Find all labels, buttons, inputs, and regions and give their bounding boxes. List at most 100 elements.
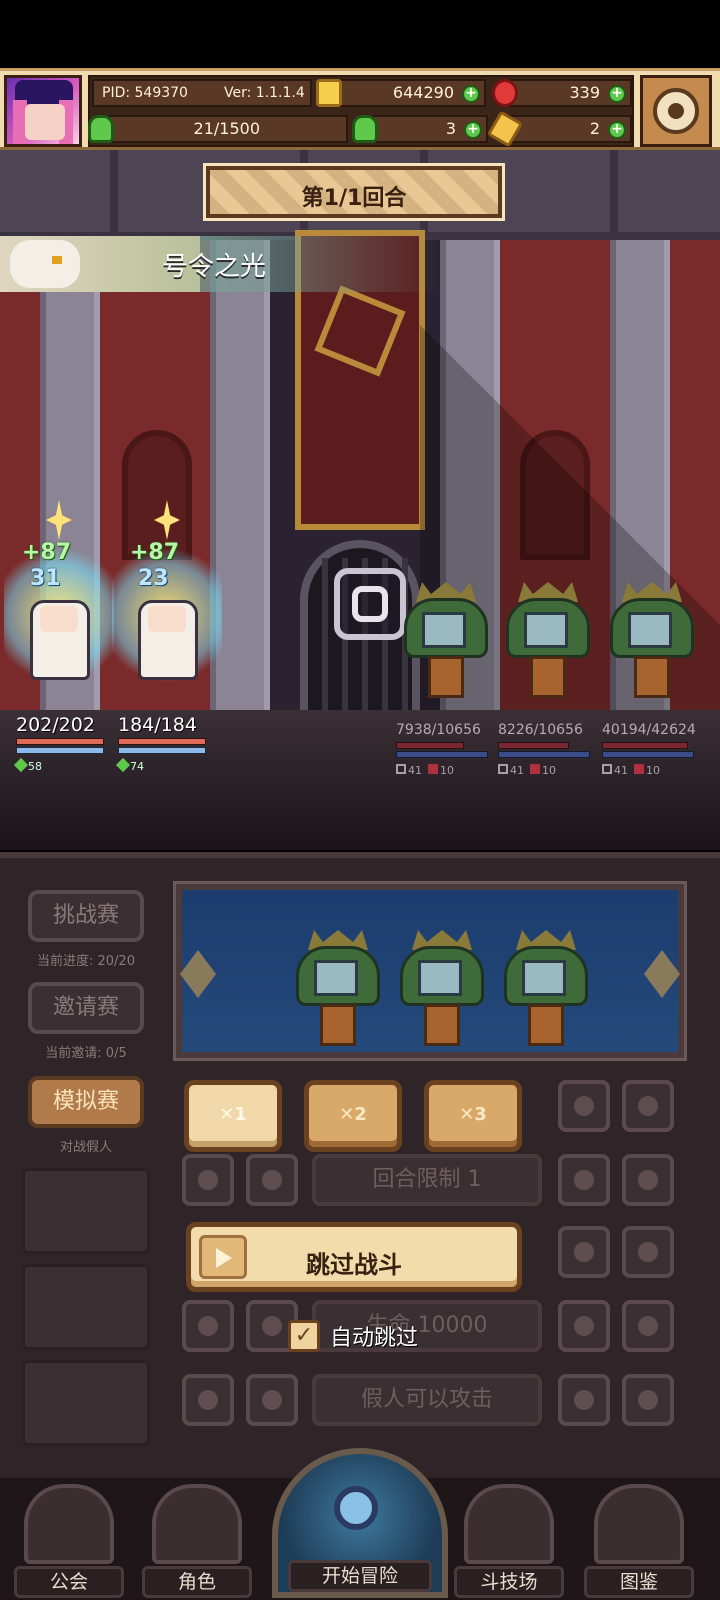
speed-x2-button[interactable]: ✕2 [304,1080,402,1152]
enemy-status: 8226/10656 41 10 [498,722,590,777]
atk-icon [602,764,612,774]
auto-skip-label: 自动跳过 [330,1326,419,1351]
atk-icon [396,764,406,774]
gear-icon [653,88,699,134]
player-id: PID: 549370 [102,85,188,101]
nav-arena[interactable]: 斗技场 [454,1484,564,1598]
speed-x3-button[interactable]: ✕3 [424,1080,522,1152]
hp-bar [396,742,465,749]
increase-plus-icon[interactable] [558,1226,610,1278]
increase-plus-icon[interactable] [558,1154,610,1206]
enemy-unit[interactable] [502,582,594,702]
sparkle-icon [46,500,72,540]
def-icon [634,764,644,774]
simulation-button[interactable]: 模拟赛 [28,1076,144,1128]
nav-codex-label: 图鉴 [584,1566,694,1598]
setting-row: 生命 10000 [182,1300,682,1354]
atk-icon [498,764,508,774]
ruby-amount: 339 [569,83,600,102]
skip-battle-label: 跳过战斗 [306,1251,402,1279]
sparkle-icon [154,500,180,540]
add-clover-plus-icon[interactable]: + [464,121,482,139]
round-limit-field: 回合限制 1 [312,1154,542,1206]
challenge-button[interactable]: 挑战赛 [28,890,144,942]
hero-unit[interactable]: +87 31 [4,500,114,710]
previous-arrow-icon[interactable] [180,950,216,998]
nav-guild-label: 公会 [14,1566,124,1598]
round-label: 第1/1回合 [301,186,407,211]
clover-icon [352,115,378,143]
target-ring-icon[interactable] [334,568,406,640]
nav-codex[interactable]: 图鉴 [584,1484,694,1598]
hero-face [40,606,78,632]
player-avatar[interactable] [4,75,82,147]
max-up-icon[interactable] [622,1226,674,1278]
crossed-swords-icon [464,1484,554,1564]
min-down-icon[interactable] [182,1374,234,1426]
enemy-stats: 41 10 [602,764,694,777]
guild-house-icon [24,1484,114,1564]
nav-character-label: 角色 [142,1566,252,1598]
enemy-stats: 41 10 [498,764,590,777]
increase-plus-icon[interactable] [558,1374,610,1426]
max-up-icon[interactable] [622,1080,674,1132]
top-hud: PID: 549370 Ver: 1.1.1.4 644290 + 339 + … [0,68,720,150]
max-up-icon[interactable] [622,1154,674,1206]
enemy-hp: 8226/10656 [498,722,583,738]
empty-slot [22,1264,150,1350]
increase-plus-icon[interactable] [558,1080,610,1132]
hero-unit[interactable]: +87 23 [112,500,222,710]
nav-adventure[interactable]: 开始冒险 [268,1448,452,1600]
key-icon [486,110,524,148]
clover-slot[interactable]: 3 + [352,115,488,143]
resource-panel: PID: 549370 Ver: 1.1.1.4 644290 + 339 + … [88,75,634,148]
speed-icon [115,757,131,773]
max-up-icon[interactable] [622,1300,674,1352]
enemy-stats: 41 10 [396,764,488,777]
hero-face [148,606,186,632]
skip-battle-button[interactable]: 跳过战斗 [186,1222,522,1292]
nav-arena-label: 斗技场 [454,1566,564,1598]
increase-plus-icon[interactable] [558,1300,610,1352]
shield-popup: 31 [30,566,61,591]
hero-status: 184/184 74 [115,714,206,773]
hero-status: 202/202 58 [13,714,104,773]
speed-icon [13,757,29,773]
enemy-unit[interactable] [606,582,698,702]
next-arrow-icon[interactable] [644,950,680,998]
enemy-unit[interactable] [400,582,492,702]
add-key-plus-icon[interactable]: + [608,121,626,139]
dummy-attack-toggle[interactable]: 假人可以攻击 [312,1374,542,1426]
shield-popup: 23 [138,566,169,591]
gold-coin-icon [316,79,342,107]
codex-book-icon [594,1484,684,1564]
add-ruby-plus-icon[interactable]: + [608,85,626,103]
decrease-minus-icon[interactable] [246,1374,298,1426]
max-up-icon[interactable] [622,1374,674,1426]
avatar-face [25,104,65,140]
enemy-preview-sprite [500,930,588,1046]
setting-row: 假人可以攻击 [182,1374,682,1428]
clover-amount: 3 [445,119,456,138]
checkmark-icon: ✓ [288,1320,320,1352]
shield-bar [118,747,206,754]
settings-button[interactable] [640,75,712,147]
hp-bar [16,738,104,745]
key-slot[interactable]: 2 + [486,110,632,148]
ruby-slot[interactable]: 339 + [492,79,632,107]
heal-popup: +87 [130,540,180,565]
speed-x1-button[interactable]: ✕1 [184,1080,282,1152]
gold-slot[interactable]: 644290 + [316,79,486,107]
speed-stat: 58 [13,757,104,773]
invite-button[interactable]: 邀请赛 [28,982,144,1034]
ruby-gem-icon [492,79,518,107]
add-gold-plus-icon[interactable]: + [462,85,480,103]
nav-character[interactable]: 角色 [142,1484,252,1598]
game-version: Ver: 1.1.1.4 [224,85,305,101]
min-down-icon[interactable] [182,1154,234,1206]
decrease-minus-icon[interactable] [246,1154,298,1206]
setting-row: 回合限制 1 [182,1154,682,1208]
min-down-icon[interactable] [182,1300,234,1352]
enemy-status: 40194/42624 41 10 [602,722,696,777]
nav-guild[interactable]: 公会 [14,1484,124,1598]
